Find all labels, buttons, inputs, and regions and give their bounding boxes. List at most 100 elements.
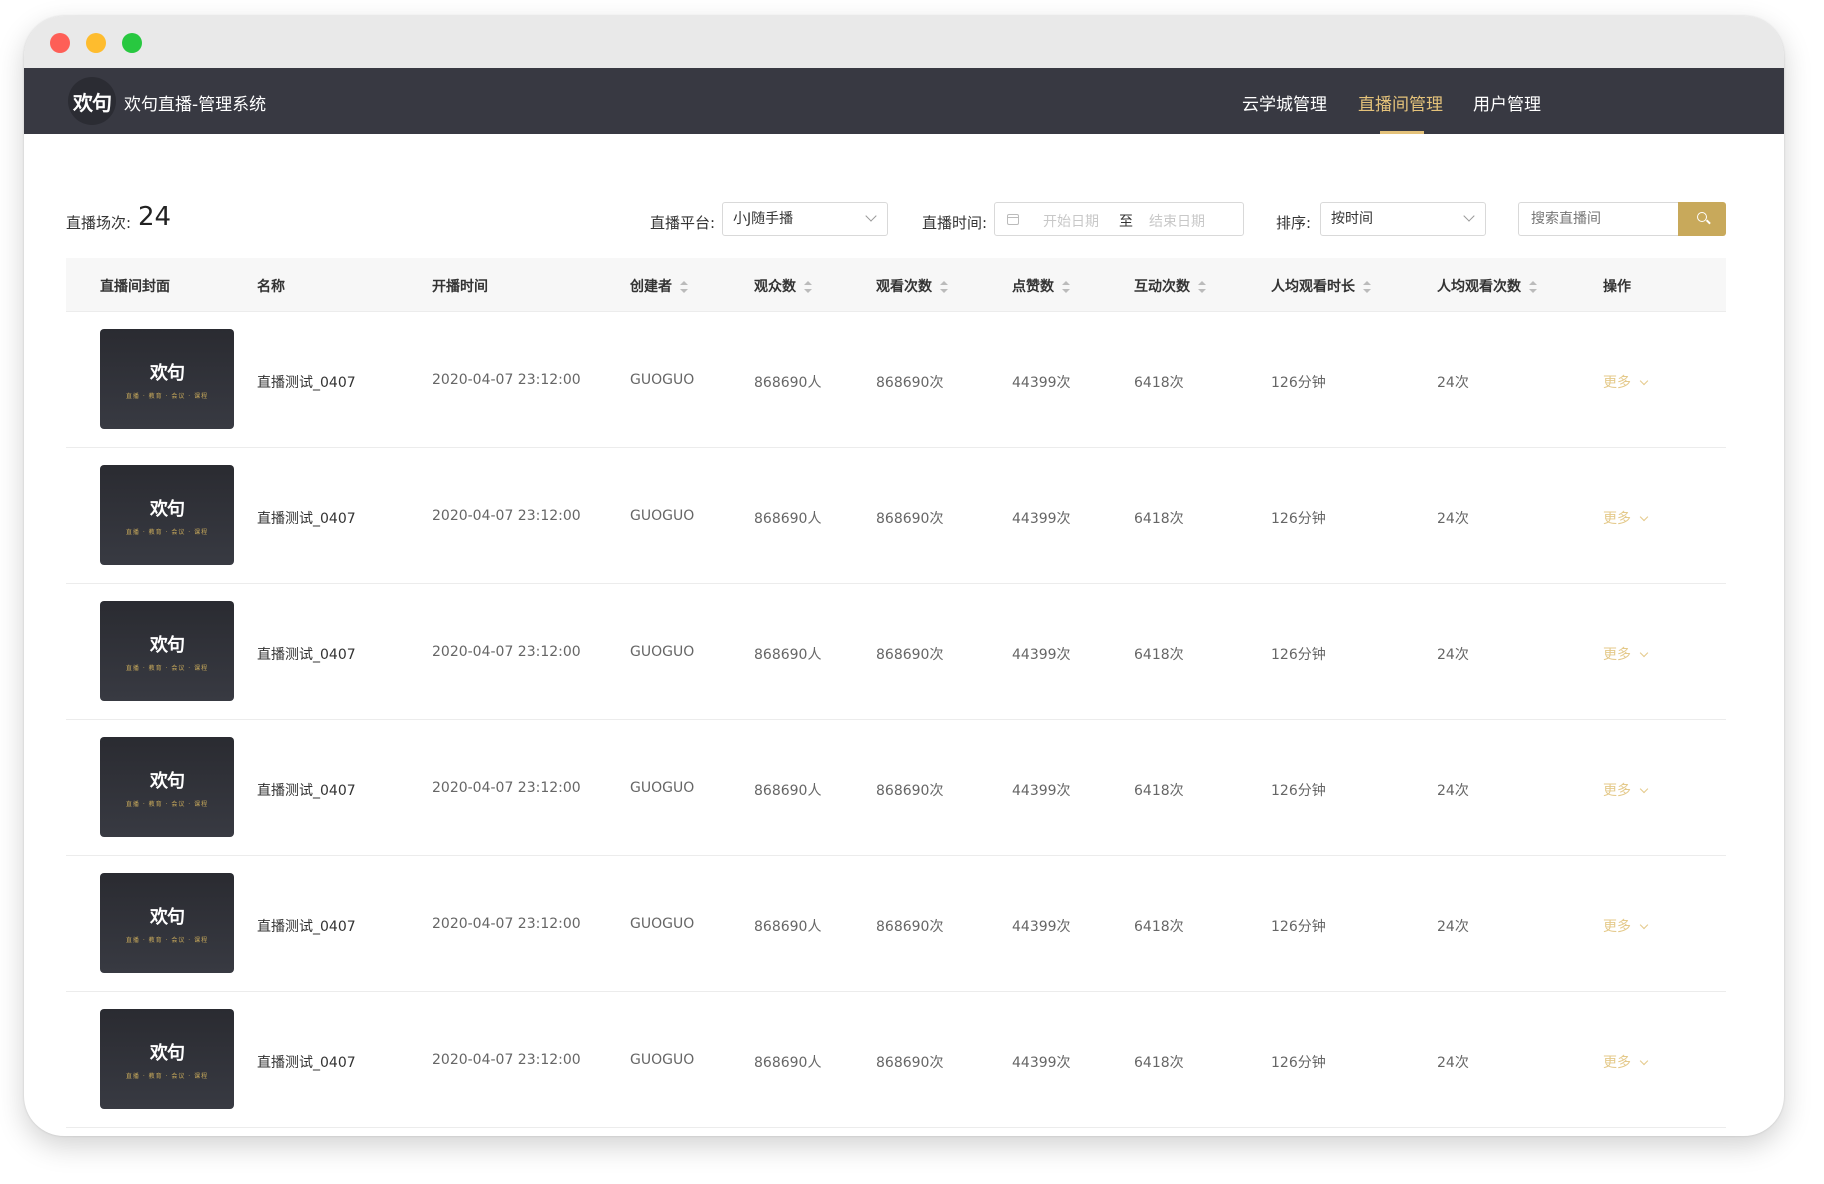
thumbnail-logo: 欢句 (150, 1042, 185, 1064)
sort-icon[interactable] (1062, 281, 1070, 293)
live-cover-thumbnail[interactable]: 欢句 直播 · 教育 · 会议 · 课程 (100, 873, 234, 973)
maximize-window-button[interactable] (122, 33, 142, 53)
close-window-button[interactable] (50, 33, 70, 53)
app-window: 欢句 欢句直播-管理系统 云学城管理 直播间管理 用户管理 直播场次: 24 直… (24, 16, 1784, 1136)
live-cover-thumbnail[interactable]: 欢句直播 · 教育 · 会议 · 课程 (100, 465, 234, 565)
cell-avg-duration: 126分钟 (1271, 1055, 1326, 1071)
column-header-actions: 操作 (1603, 279, 1631, 295)
date-range-separator: 至 (1119, 214, 1133, 230)
live-cover-thumbnail[interactable]: 欢句直播 · 教育 · 会议 · 课程 (100, 329, 234, 429)
cell-views: 868690次 (876, 375, 944, 391)
sort-icon[interactable] (1198, 281, 1206, 293)
app-title: 欢句直播-管理系统 (124, 95, 267, 115)
table-row: 欢句 直播 · 教育 · 会议 · 课程 直播测试_0407 2020-04-07 2… (66, 992, 1726, 1128)
more-actions-label: 更多 (1603, 647, 1631, 663)
more-actions-label: 更多 (1603, 783, 1631, 799)
cell-interactions: 6418次 (1134, 1055, 1184, 1071)
end-date-input[interactable]: 结束日期 (1149, 211, 1205, 231)
cell-viewers: 868690人 (754, 511, 822, 527)
sort-label: 排序: (1276, 214, 1312, 232)
window-titlebar (24, 16, 1784, 68)
cell-start-time: 2020-04-07 23:12:00 (432, 372, 581, 388)
chevron-down-icon (865, 210, 877, 222)
more-actions-label: 更多 (1603, 511, 1631, 527)
time-filter-label: 直播时间: (922, 214, 988, 232)
cell-avg-views: 24次 (1437, 647, 1469, 663)
date-range-picker[interactable]: 开始日期 至 结束日期 (994, 202, 1244, 236)
live-cover-thumbnail[interactable]: 欢句 直播 · 教育 · 会议 · 课程 (100, 737, 234, 837)
live-cover-thumbnail[interactable]: 欢句直播 · 教育 · 会议 · 课程 (100, 1009, 234, 1109)
thumbnail-tagline: 直播 · 教育 · 会议 · 课程 (125, 1072, 209, 1080)
more-actions-dropdown[interactable]: 更多 (1603, 780, 1649, 800)
sort-select-value: 按时间 (1331, 211, 1373, 227)
column-header-avg-duration[interactable]: 人均观看时长 (1271, 276, 1371, 296)
table-row: 欢句 直播 · 教育 · 会议 · 课程 直播测试_0407 2020-04-07 2… (66, 720, 1726, 856)
column-header-avg-views[interactable]: 人均观看次数 (1437, 276, 1537, 296)
cell-avg-duration: 126分钟 (1271, 919, 1326, 935)
column-header-creator[interactable]: 创建者 (630, 276, 688, 296)
cell-views: 868690次 (876, 1055, 944, 1071)
platform-filter-label: 直播平台: (650, 214, 716, 232)
platform-select[interactable]: 小J随手播 (722, 202, 888, 236)
nav-item-cloud-academy[interactable]: 云学城管理 (1242, 90, 1327, 115)
search-icon (1697, 212, 1707, 222)
cell-likes: 44399次 (1012, 783, 1071, 799)
cell-avg-duration: 126分钟 (1271, 375, 1326, 391)
cell-avg-duration: 126分钟 (1271, 647, 1326, 663)
live-count-label: 直播场次: (66, 214, 132, 232)
sort-icon[interactable] (1363, 281, 1371, 293)
cell-start-time: 2020-04-07 23:12:00 (432, 780, 581, 796)
more-actions-dropdown[interactable]: 更多 (1603, 916, 1649, 936)
column-header-start-time: 开播时间 (432, 279, 488, 295)
thumbnail-tagline: 直播 · 教育 · 会议 · 课程 (125, 800, 209, 808)
column-header-viewers[interactable]: 观众数 (754, 276, 812, 296)
cell-likes: 44399次 (1012, 375, 1071, 391)
sort-select[interactable]: 按时间 (1320, 202, 1486, 236)
minimize-window-button[interactable] (86, 33, 106, 53)
more-actions-dropdown[interactable]: 更多 (1603, 1052, 1649, 1072)
cell-interactions: 6418次 (1134, 647, 1184, 663)
thumbnail-logo: 欢句 (150, 362, 185, 384)
cell-name: 直播测试_0407 (257, 919, 356, 935)
more-actions-dropdown[interactable]: 更多 (1603, 644, 1649, 664)
cell-start-time: 2020-04-07 23:12:00 (432, 644, 581, 660)
cell-avg-views: 24次 (1437, 783, 1469, 799)
table-row: 欢句 直播 · 教育 · 会议 · 课程 直播测试_0407 2020-04-07 2… (66, 856, 1726, 992)
start-date-input[interactable]: 开始日期 (1043, 211, 1099, 231)
cell-avg-views: 24次 (1437, 511, 1469, 527)
more-actions-label: 更多 (1603, 919, 1631, 935)
cell-avg-views: 24次 (1437, 919, 1469, 935)
column-header-views[interactable]: 观看次数 (876, 276, 948, 296)
thumbnail-tagline: 直播 · 教育 · 会议 · 课程 (125, 392, 209, 400)
sort-icon[interactable] (804, 281, 812, 293)
top-navigation-bar: 欢句 欢句直播-管理系统 云学城管理 直播间管理 用户管理 (24, 68, 1784, 134)
column-header-name: 名称 (257, 279, 285, 295)
cell-start-time: 2020-04-07 23:12:00 (432, 1052, 581, 1068)
thumbnail-tagline: 直播 · 教育 · 会议 · 课程 (125, 528, 209, 536)
thumbnail-logo: 欢句 (150, 498, 185, 520)
nav-item-live-room[interactable]: 直播间管理 (1358, 90, 1443, 115)
thumbnail-logo: 欢句 (150, 906, 185, 928)
chevron-down-icon (1639, 512, 1649, 522)
search-button[interactable] (1678, 202, 1726, 236)
cell-avg-duration: 126分钟 (1271, 783, 1326, 799)
nav-item-users[interactable]: 用户管理 (1473, 90, 1541, 115)
cell-viewers: 868690人 (754, 647, 822, 663)
sort-icon[interactable] (1529, 281, 1537, 293)
cell-likes: 44399次 (1012, 919, 1071, 935)
more-actions-dropdown[interactable]: 更多 (1603, 508, 1649, 528)
column-header-likes[interactable]: 点赞数 (1012, 276, 1070, 296)
more-actions-label: 更多 (1603, 375, 1631, 391)
cell-avg-duration: 126分钟 (1271, 511, 1326, 527)
nav-active-indicator (1380, 131, 1424, 134)
live-cover-thumbnail[interactable]: 欢句 直播 · 教育 · 会议 · 课程 (100, 601, 234, 701)
cell-interactions: 6418次 (1134, 783, 1184, 799)
column-header-interactions[interactable]: 互动次数 (1134, 276, 1206, 296)
search-input[interactable] (1518, 202, 1678, 236)
cell-likes: 44399次 (1012, 511, 1071, 527)
sort-icon[interactable] (940, 281, 948, 293)
cell-interactions: 6418次 (1134, 375, 1184, 391)
sort-icon[interactable] (680, 281, 688, 293)
cell-creator: GUOGUO (630, 1052, 695, 1068)
more-actions-dropdown[interactable]: 更多 (1603, 372, 1649, 392)
